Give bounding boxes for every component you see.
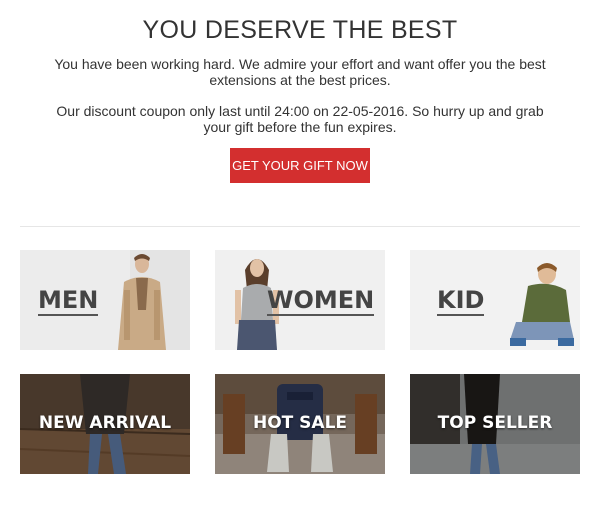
category-label-kid: KID <box>437 286 485 316</box>
category-tile-women[interactable]: WOMEN <box>215 250 385 350</box>
divider <box>20 226 580 227</box>
collection-tile-top-seller[interactable]: TOP SELLER <box>410 374 580 474</box>
collection-label-new-arrival: NEW ARRIVAL <box>38 413 172 433</box>
page-title: YOU DESERVE THE BEST <box>142 16 458 44</box>
collection-tile-new-arrival[interactable]: NEW ARRIVAL <box>20 374 190 474</box>
get-gift-button[interactable]: GET YOUR GIFT NOW <box>230 148 370 183</box>
collection-tile-hot-sale[interactable]: HOT SALE <box>215 374 385 474</box>
kid-photo <box>410 250 580 350</box>
category-tile-kid[interactable]: KID <box>410 250 580 350</box>
collection-label-hot-sale: HOT SALE <box>252 413 348 433</box>
category-label-women: WOMEN <box>267 286 375 316</box>
intro-text: You have been working hard. We admire yo… <box>54 56 546 88</box>
collection-label-top-seller: TOP SELLER <box>437 413 553 433</box>
category-label-men: MEN <box>38 286 99 316</box>
coupon-text: Our discount coupon only last until 24:0… <box>56 103 544 135</box>
category-tile-men[interactable]: MEN <box>20 250 190 350</box>
